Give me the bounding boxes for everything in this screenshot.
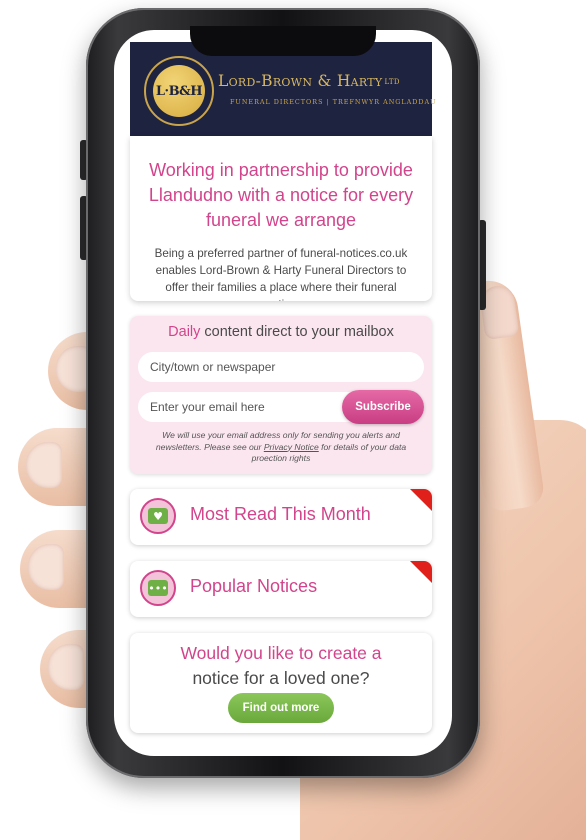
most-read-card[interactable]: ♥ Most Read This Month [130, 489, 432, 545]
most-read-label: Most Read This Month [190, 504, 371, 524]
privacy-notice-link[interactable]: Privacy Notice [264, 442, 319, 452]
logo-monogram: L·B&H [153, 65, 205, 117]
company-logo[interactable]: L·B&H [144, 56, 214, 126]
laptop-heart-icon: ♥ [140, 498, 176, 534]
create-notice-line1: Would you like to create a [180, 643, 382, 663]
corner-flag [410, 561, 432, 583]
popular-notices-label: Popular Notices [190, 576, 318, 596]
subscribe-button[interactable]: Subscribe [342, 390, 424, 424]
popular-notices-card[interactable]: ••• Popular Notices [130, 561, 432, 617]
phone-notch [190, 26, 376, 56]
partnership-title: Working in partnership to provide Llandu… [148, 160, 414, 230]
brand-name: Lord-Brown & Harty LTD [218, 72, 400, 90]
corner-flag [410, 489, 432, 511]
phone-screen: L·B&H Lord-Brown & Harty LTD FUNERAL DIRE… [114, 30, 452, 756]
site-header: L·B&H Lord-Brown & Harty LTD FUNERAL DIRE… [130, 42, 436, 136]
create-notice-line2: notice for a loved one? [192, 668, 370, 688]
brand-tagline: FUNERAL DIRECTORS | TREFNWYR ANGLADDAU [230, 98, 437, 106]
newsletter-heading-rest: content direct to your mailbox [200, 324, 394, 340]
newsletter-heading-accent: Daily [168, 324, 201, 340]
brand-name-text: Lord-Brown & Harty [218, 72, 383, 90]
partnership-card: Working in partnership to provide Llandu… [130, 136, 432, 301]
find-out-more-button[interactable]: Find out more [228, 693, 334, 723]
create-notice-card: Would you like to create a notice for a … [130, 633, 432, 733]
privacy-note: We will use your email address only for … [144, 430, 418, 465]
people-chat-icon: ••• [140, 570, 176, 606]
partnership-body: Being a preferred partner of funeral-not… [154, 247, 408, 301]
brand-suffix: LTD [384, 78, 400, 86]
newsletter-heading: Daily content direct to your mailbox [130, 324, 432, 340]
newsletter-signup: Daily content direct to your mailbox Cit… [130, 316, 432, 474]
city-input[interactable]: City/town or newspaper [138, 352, 424, 382]
